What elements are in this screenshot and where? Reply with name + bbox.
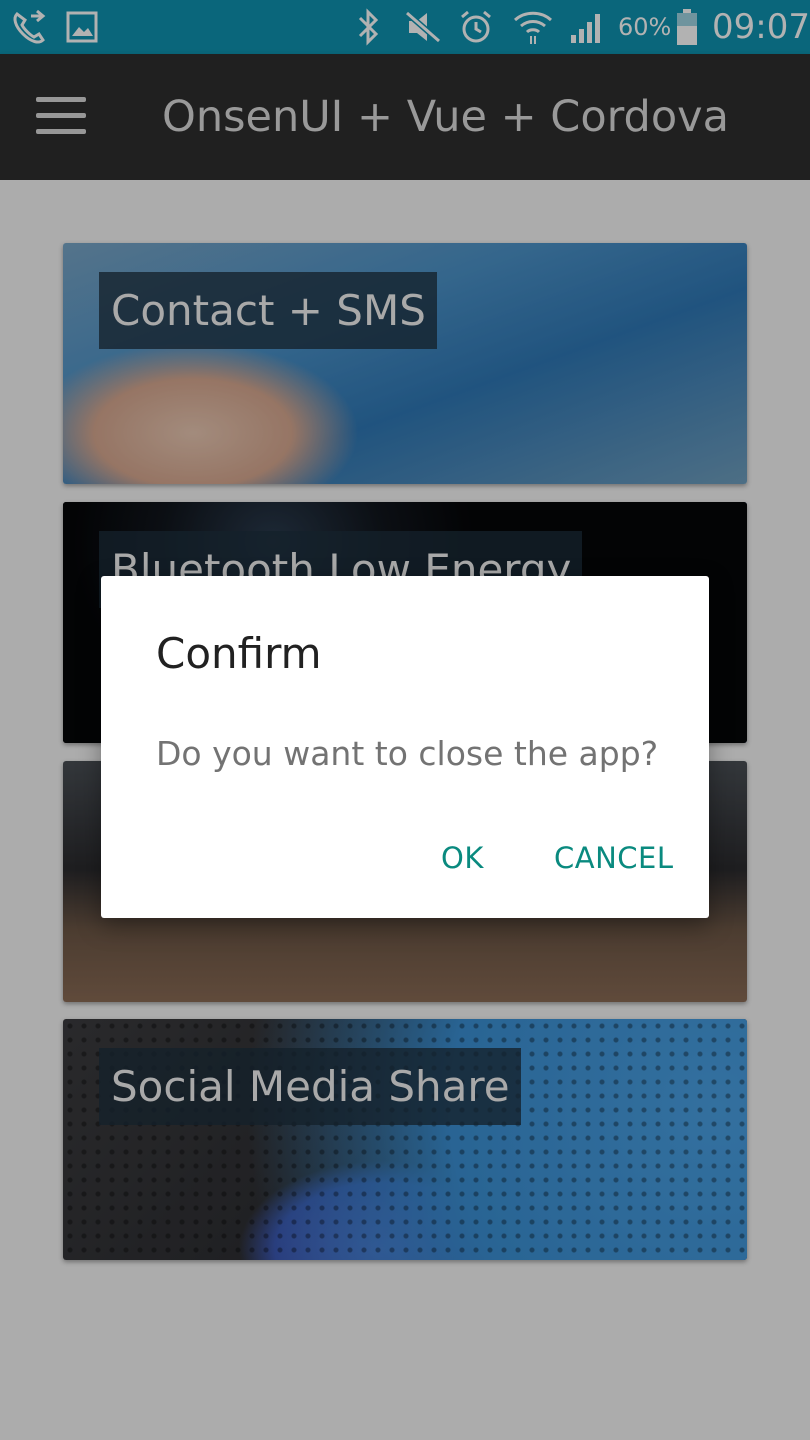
dialog-message: Do you want to close the app? <box>156 734 659 773</box>
ok-button[interactable]: OK <box>441 834 484 882</box>
dialog-title: Confirm <box>156 629 322 678</box>
cancel-button[interactable]: CANCEL <box>554 834 674 882</box>
confirm-dialog: Confirm Do you want to close the app? OK… <box>101 576 709 918</box>
